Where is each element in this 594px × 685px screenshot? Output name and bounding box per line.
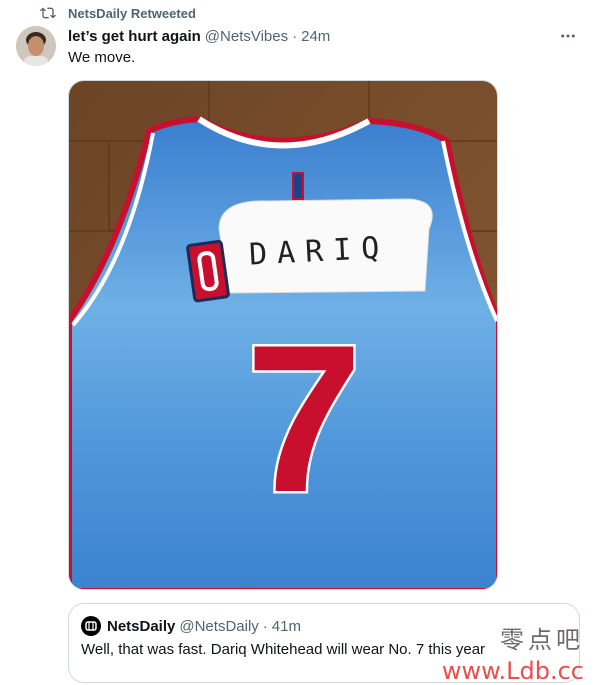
separator-dot: ·	[292, 27, 298, 45]
retweet-label[interactable]: NetsDaily Retweeted	[68, 6, 196, 21]
quoted-separator-dot: ·	[262, 617, 268, 635]
tweet-text: We move.	[68, 49, 136, 66]
more-icon[interactable]	[558, 26, 578, 46]
quoted-tweet-header: NetsDaily @NetsDaily · 41m	[81, 616, 301, 636]
retweet-icon	[40, 7, 56, 19]
quoted-tweet-text: Well, that was fast. Dariq Whitehead wil…	[81, 641, 486, 658]
quoted-display-name[interactable]: NetsDaily	[107, 618, 175, 635]
nameplate-text: DARIQ	[248, 230, 390, 272]
retweet-indicator: NetsDaily Retweeted	[40, 4, 196, 22]
nba-logo	[292, 172, 304, 200]
avatar[interactable]	[16, 26, 56, 66]
quoted-avatar[interactable]	[81, 616, 101, 636]
display-name[interactable]: let’s get hurt again	[68, 28, 201, 45]
quoted-handle[interactable]: @NetsDaily	[179, 618, 258, 635]
user-handle[interactable]: @NetsVibes	[205, 28, 288, 45]
timestamp[interactable]: 24m	[301, 28, 330, 45]
quoted-tweet[interactable]: NetsDaily @NetsDaily · 41m Well, that wa…	[68, 603, 580, 683]
tweet-header: let’s get hurt again @NetsVibes · 24m	[68, 26, 330, 46]
quoted-timestamp[interactable]: 41m	[272, 618, 301, 635]
tweet-photo[interactable]: DARIQ 7	[68, 80, 498, 590]
jersey-number: 7	[246, 301, 363, 536]
